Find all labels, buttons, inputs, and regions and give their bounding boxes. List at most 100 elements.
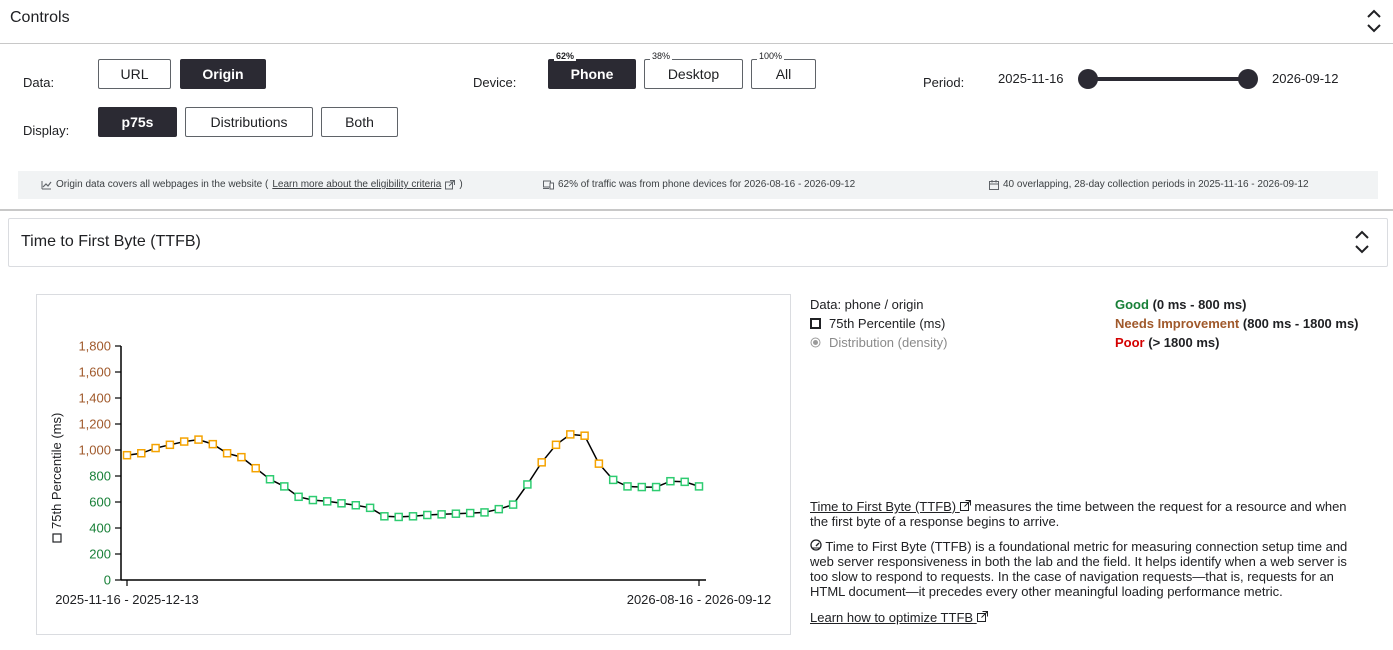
period-slider-track[interactable] xyxy=(1088,77,1248,81)
display-both-button[interactable]: Both xyxy=(321,107,398,137)
data-point xyxy=(451,509,461,518)
ttfb-docs-link-label: Time to First Byte (TTFB) xyxy=(810,499,957,514)
y-axis-square-icon xyxy=(52,533,62,543)
external-link-icon xyxy=(445,179,456,189)
y-tick-label: 1,400 xyxy=(78,391,111,406)
device-desktop-button[interactable]: Desktop 38% xyxy=(644,51,743,89)
data-point xyxy=(308,495,318,505)
data-point xyxy=(265,475,275,484)
y-tick-label: 1,000 xyxy=(78,443,111,458)
y-tick-label: 0 xyxy=(104,573,111,588)
external-link-icon xyxy=(959,500,971,511)
data-point xyxy=(494,504,504,514)
data-point xyxy=(151,443,160,453)
traffic-note: 62% of traffic was from phone devices fo… xyxy=(543,179,855,190)
threshold-good: Good (0 ms - 800 ms) xyxy=(1115,297,1247,312)
needs-improvement-label: Needs Improvement xyxy=(1115,316,1240,331)
threshold-needs-improvement: Needs Improvement (800 ms - 1800 ms) xyxy=(1115,316,1359,331)
data-point xyxy=(680,477,689,487)
eligibility-criteria-link[interactable]: Learn more about the eligibility criteri… xyxy=(272,179,441,190)
data-point xyxy=(437,510,446,519)
data-point xyxy=(208,439,218,449)
device-phone-pct: 62% xyxy=(554,51,577,61)
data-point xyxy=(165,440,175,450)
data-point xyxy=(580,431,589,440)
optimize-ttfb-link[interactable]: Learn how to optimize TTFB xyxy=(810,610,988,625)
display-p75s-button[interactable]: p75s xyxy=(98,107,177,137)
calendar-icon xyxy=(989,179,999,190)
threshold-poor: Poor (> 1800 ms) xyxy=(1115,335,1219,350)
device-desktop-label: Desktop xyxy=(667,66,720,82)
data-point xyxy=(623,482,632,491)
data-description: Data: phone / origin xyxy=(810,297,924,312)
data-point xyxy=(294,492,303,502)
data-point xyxy=(251,463,260,473)
ttfb-chart-container: 0 200 400 600 800 1,000 1,200 1,400 1,600 1,800 75… xyxy=(36,294,791,635)
ttfb-docs-link[interactable]: Time to First Byte (TTFB) xyxy=(810,499,971,514)
gauge-icon xyxy=(810,539,822,551)
data-point xyxy=(408,512,418,521)
ttfb-collapse-toggle[interactable] xyxy=(1351,227,1373,257)
data-point xyxy=(322,497,332,506)
display-distributions-button[interactable]: Distributions xyxy=(185,107,313,137)
data-point xyxy=(179,437,189,446)
data-origin-button[interactable]: Origin xyxy=(180,59,266,89)
data-point xyxy=(423,510,432,520)
poor-label: Poor xyxy=(1115,335,1145,350)
ttfb-importance-text: Time to First Byte (TTFB) is a foundatio… xyxy=(810,539,1348,599)
period-label: Period: xyxy=(923,75,965,90)
y-tick-label: 1,200 xyxy=(78,417,111,432)
device-phone-button[interactable]: Phone 62% xyxy=(548,51,636,89)
y-tick-label: 600 xyxy=(89,495,111,510)
ttfb-description: Time to First Byte (TTFB) measures the t… xyxy=(810,499,1360,529)
data-point xyxy=(523,480,532,489)
display-label: Display: xyxy=(23,123,70,138)
data-point xyxy=(222,449,232,458)
period-end-date: 2026-09-12 xyxy=(1272,71,1339,86)
period-slider-start-thumb[interactable] xyxy=(1078,69,1098,89)
data-point xyxy=(551,440,561,450)
optimize-link-row: Learn how to optimize TTFB xyxy=(810,610,1360,625)
x-tick-label: 2025-11-16 - 2025-12-13 xyxy=(55,592,199,607)
good-range: (0 ms - 800 ms) xyxy=(1152,297,1247,312)
data-point xyxy=(651,482,661,492)
data-point xyxy=(365,503,375,513)
data-url-button[interactable]: URL xyxy=(98,59,171,89)
ttfb-chart: 0 200 400 600 800 1,000 1,200 1,400 1,600 1,800 75… xyxy=(49,339,772,608)
expand-collapse-icon xyxy=(1367,9,1381,33)
needs-improvement-range: (800 ms - 1800 ms) xyxy=(1242,316,1359,331)
device-all-label: All xyxy=(775,66,792,82)
data-point xyxy=(537,458,546,467)
data-point xyxy=(694,482,704,491)
legend-distribution[interactable]: Distribution (density) xyxy=(810,335,948,350)
period-slider-end-thumb[interactable] xyxy=(1238,69,1258,89)
ttfb-importance: Time to First Byte (TTFB) is a foundatio… xyxy=(810,539,1360,599)
good-label: Good xyxy=(1115,297,1149,312)
data-point xyxy=(137,449,146,458)
optimize-ttfb-link-label: Learn how to optimize TTFB xyxy=(810,610,974,625)
data-point xyxy=(508,500,518,509)
y-tick-label: 1,800 xyxy=(78,339,111,354)
x-tick-label: 2026-08-16 - 2026-09-12 xyxy=(627,592,772,607)
controls-title: Controls xyxy=(10,9,70,26)
legend-p75[interactable]: 75th Percentile (ms) xyxy=(810,316,945,331)
device-desktop-pct: 38% xyxy=(650,51,673,61)
controls-header xyxy=(0,0,1393,44)
origin-coverage-note: Origin data covers all webpages in the w… xyxy=(41,179,463,190)
external-link-icon xyxy=(976,611,988,622)
data-point xyxy=(194,435,203,444)
controls-collapse-toggle[interactable] xyxy=(1363,6,1385,36)
data-point xyxy=(237,452,246,462)
ttfb-section-title: Time to First Byte (TTFB) xyxy=(21,233,201,250)
section-divider xyxy=(0,209,1393,211)
data-point xyxy=(122,450,132,460)
period-start-date: 2025-11-16 xyxy=(998,71,1064,86)
device-all-button[interactable]: All 100% xyxy=(751,51,816,89)
data-point xyxy=(480,508,489,517)
chart-line-icon xyxy=(41,180,52,189)
device-all-pct: 100% xyxy=(757,51,785,61)
y-tick-label: 800 xyxy=(89,469,111,484)
y-tick-label: 200 xyxy=(89,547,111,562)
device-phone-label: Phone xyxy=(570,66,614,82)
legend-distribution-label: Distribution (density) xyxy=(829,335,948,350)
